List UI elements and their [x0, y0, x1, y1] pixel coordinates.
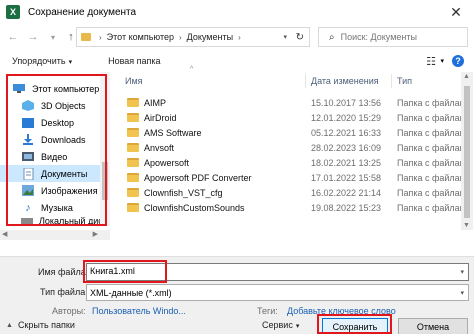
chevron-down-icon: ▾	[295, 323, 300, 330]
tags-label: Теги:	[257, 306, 278, 316]
chevron-down-icon[interactable]: ▾	[440, 57, 444, 65]
file-row[interactable]: AirDroid 12.01.2020 15:29 Папка с файлам…	[113, 110, 471, 125]
scroll-left-icon[interactable]: ◀	[2, 230, 7, 238]
column-header-name[interactable]: Имя	[125, 76, 143, 86]
scrollbar-thumb[interactable]	[464, 86, 470, 218]
column-header-date[interactable]: Дата изменения	[311, 76, 379, 86]
scroll-up-icon[interactable]: ▲	[463, 73, 470, 80]
organize-button[interactable]: Упорядочить ▾	[12, 56, 72, 66]
title-bar: X Сохранение документа ✕	[0, 0, 474, 24]
folder-icon	[127, 113, 139, 122]
navigation-bar: ← → ▾ ↑ › Этот компьютер › Документы › ▾…	[0, 25, 474, 49]
breadcrumb-documents[interactable]: Документы	[187, 32, 233, 42]
filename-highlight-box	[83, 260, 167, 283]
sidebar-horizontal-scrollbar[interactable]: ◀ ▶	[0, 230, 110, 240]
filetype-value: XML-данные (*.xml)	[90, 288, 172, 298]
file-row[interactable]: Clownfish_VST_cfg 16.02.2022 21:14 Папка…	[113, 185, 471, 200]
search-icon: ⌕	[329, 31, 335, 43]
file-row[interactable]: AMS Software 05.12.2021 16:33 Папка с фа…	[113, 125, 471, 140]
sidebar-highlight-box	[6, 74, 107, 226]
excel-icon: X	[6, 5, 20, 19]
cancel-button[interactable]: Отмена	[398, 318, 468, 334]
address-dropdown-icon[interactable]: ▾	[283, 33, 287, 41]
folder-icon	[127, 143, 139, 152]
address-bar[interactable]: › Этот компьютер › Документы › ▾ ↻	[76, 27, 310, 47]
filename-label: Имя файла:	[38, 267, 89, 277]
scroll-right-icon[interactable]: ▶	[93, 230, 98, 238]
hide-folders-toggle[interactable]: ▲ Скрыть папки	[6, 320, 75, 330]
filetype-label: Тип файла:	[40, 287, 88, 297]
authors-label: Авторы:	[52, 306, 86, 316]
scroll-down-icon[interactable]: ▼	[463, 222, 470, 229]
folder-icon	[127, 128, 139, 137]
file-list-header: Имя Дата изменения Тип	[113, 72, 461, 90]
file-row[interactable]: AIMP 15.10.2017 13:56 Папка с файлами	[113, 95, 471, 110]
search-box[interactable]: ⌕	[318, 27, 468, 47]
recent-locations-icon[interactable]: ▾	[46, 33, 60, 42]
folder-icon	[127, 98, 139, 107]
back-arrow-icon[interactable]: ←	[6, 31, 20, 43]
forward-arrow-icon[interactable]: →	[26, 31, 40, 43]
help-icon[interactable]: ?	[452, 55, 464, 67]
tools-button[interactable]: Сервис ▾	[262, 320, 299, 330]
folder-icon	[81, 33, 91, 41]
chevron-down-icon[interactable]: ▾	[460, 289, 464, 297]
save-highlight-box	[317, 314, 392, 334]
view-options-icon[interactable]: ☷	[426, 55, 436, 68]
file-row[interactable]: Apowersoft PDF Converter 17.01.2022 15:5…	[113, 170, 471, 185]
file-list-scrollbar[interactable]: ▲ ▼	[461, 72, 473, 230]
column-header-type[interactable]: Тип	[397, 76, 412, 86]
file-row[interactable]: Apowersoft 18.02.2021 13:25 Папка с файл…	[113, 155, 471, 170]
refresh-icon[interactable]: ↻	[296, 32, 304, 43]
new-folder-button[interactable]: Новая папка	[108, 56, 160, 66]
chevron-down-icon: ▾	[68, 59, 73, 66]
filetype-select[interactable]: XML-данные (*.xml) ▾	[86, 284, 469, 301]
folder-icon	[127, 158, 139, 167]
close-button[interactable]: ✕	[448, 4, 464, 20]
chevron-up-icon: ▲	[6, 321, 13, 329]
file-row[interactable]: Anvsoft 28.02.2023 16:09 Папка с файлами	[113, 140, 471, 155]
breadcrumb-computer[interactable]: Этот компьютер	[107, 32, 174, 42]
search-input[interactable]	[340, 32, 451, 42]
chevron-down-icon[interactable]: ▾	[460, 268, 464, 276]
folder-icon	[127, 173, 139, 182]
authors-field[interactable]: Пользователь Windo...	[92, 306, 186, 316]
folder-icon	[127, 188, 139, 197]
command-toolbar: Упорядочить ▾ Новая папка ☷ ▾ ?	[0, 51, 474, 71]
file-row[interactable]: ClownfishCustomSounds 19.08.2022 15:23 П…	[113, 200, 471, 215]
window-title: Сохранение документа	[28, 6, 137, 18]
folder-icon	[127, 203, 139, 212]
